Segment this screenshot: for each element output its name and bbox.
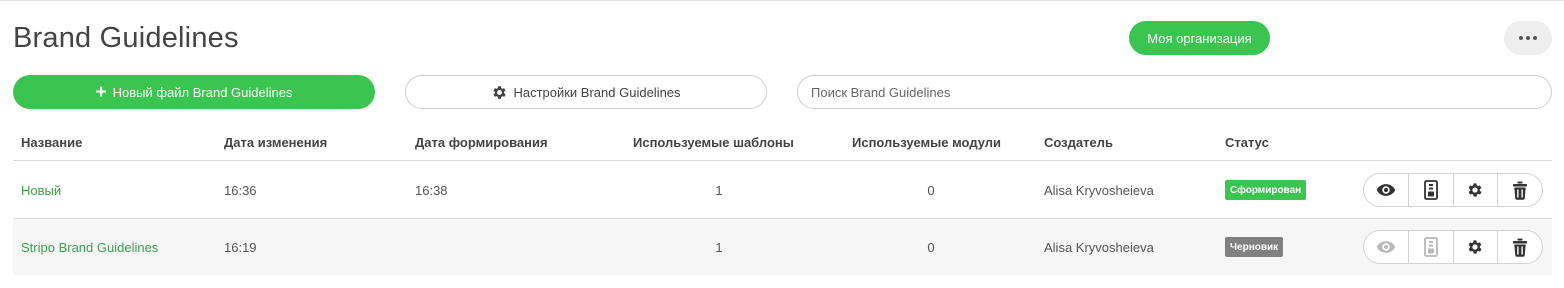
row-generated: 16:38: [415, 183, 448, 198]
top-divider: [0, 0, 1564, 1]
row-actions: [1363, 230, 1543, 264]
row-settings-button[interactable]: [1454, 231, 1499, 263]
row-modules-count: 0: [927, 183, 935, 198]
row-modules-count: 0: [927, 240, 935, 255]
row-templates-count: 1: [715, 183, 723, 198]
column-header-status[interactable]: Статус: [1225, 135, 1269, 150]
row-modified: 16:19: [224, 240, 257, 255]
export-button[interactable]: [1409, 231, 1454, 263]
row-settings-button[interactable]: [1454, 174, 1499, 206]
row-name-link[interactable]: Stripo Brand Guidelines: [21, 240, 158, 255]
column-header-creator[interactable]: Создатель: [1044, 135, 1113, 150]
page-title: Brand Guidelines: [13, 22, 239, 54]
trash-icon: [1513, 181, 1528, 200]
preview-button[interactable]: [1364, 174, 1409, 206]
row-creator: Alisa Kryvosheieva: [1044, 240, 1154, 255]
new-brand-guidelines-button[interactable]: + Новый файл Brand Guidelines: [13, 75, 375, 109]
row-templates-count: 1: [715, 240, 723, 255]
column-header-generated[interactable]: Дата формирования: [415, 135, 548, 150]
status-badge: Черновик: [1225, 237, 1284, 257]
eye-icon: [1376, 241, 1396, 253]
status-badge: Сформирован: [1225, 180, 1307, 200]
eye-icon: [1376, 184, 1396, 196]
export-button[interactable]: [1409, 174, 1454, 206]
gear-icon: [1468, 183, 1482, 197]
row-creator: Alisa Kryvosheieva: [1044, 183, 1154, 198]
preview-button[interactable]: [1364, 231, 1409, 263]
my-organization-button[interactable]: Моя организация: [1129, 21, 1270, 55]
trash-icon: [1513, 238, 1528, 257]
delete-button[interactable]: [1498, 231, 1542, 263]
search-input[interactable]: [797, 75, 1552, 109]
gear-icon: [493, 85, 507, 99]
column-header-modules[interactable]: Используемые модули: [852, 135, 1001, 150]
row-modified: 16:36: [224, 183, 257, 198]
more-options-button[interactable]: [1504, 21, 1552, 55]
column-header-templates[interactable]: Используемые шаблоны: [633, 135, 794, 150]
row-actions: [1363, 173, 1543, 207]
settings-button-label: Настройки Brand Guidelines: [513, 84, 681, 100]
delete-button[interactable]: [1498, 174, 1542, 206]
brand-guidelines-settings-button[interactable]: Настройки Brand Guidelines: [405, 75, 767, 109]
plus-icon: +: [95, 81, 107, 103]
column-header-modified[interactable]: Дата изменения: [224, 135, 327, 150]
ellipsis-icon: [1518, 36, 1539, 40]
row-name-link[interactable]: Новый: [21, 183, 61, 198]
export-file-icon: [1423, 237, 1438, 257]
export-file-icon: [1423, 180, 1438, 200]
new-button-label: Новый файл Brand Guidelines: [112, 84, 293, 100]
column-header-name[interactable]: Название: [21, 135, 82, 150]
gear-icon: [1468, 240, 1482, 254]
header-divider: [13, 160, 1552, 161]
